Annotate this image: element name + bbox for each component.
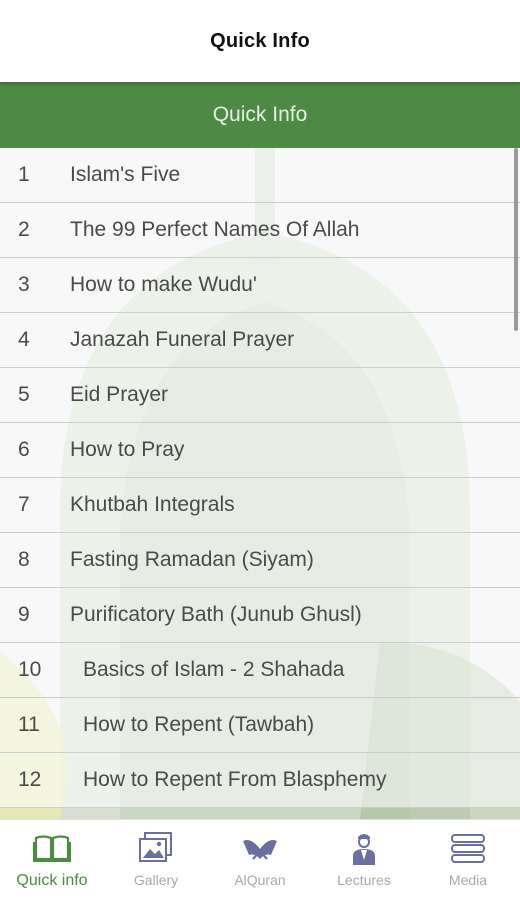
- item-number: 7: [18, 493, 30, 516]
- nav-media[interactable]: Media: [416, 820, 520, 901]
- item-label: Basics of Islam - 2 Shahada: [83, 658, 345, 681]
- list-item[interactable]: 4 Janazah Funeral Prayer: [0, 313, 520, 368]
- nav-alquran[interactable]: AlQuran: [208, 820, 312, 901]
- lecturer-icon: [344, 830, 384, 866]
- list-scrollbar[interactable]: [514, 148, 518, 331]
- item-label: Fasting Ramadan (Siyam): [70, 548, 314, 571]
- item-label: Khutbah Integrals: [70, 493, 235, 516]
- item-number: 3: [18, 273, 30, 296]
- list-item[interactable]: 8 Fasting Ramadan (Siyam): [0, 533, 520, 588]
- gallery-icon: [136, 830, 176, 866]
- nav-label: Media: [448, 872, 488, 888]
- item-label: How to Repent From Blasphemy: [83, 768, 387, 791]
- quran-icon: [240, 830, 280, 866]
- content-area: Quick Info 1 Islam's Five 2 The 99 Perfe…: [0, 82, 520, 819]
- section-header: Quick Info: [0, 82, 520, 148]
- item-label: How to Repent (Tawbah): [83, 713, 315, 736]
- list-item[interactable]: 9 Purificatory Bath (Junub Ghusl): [0, 588, 520, 643]
- item-number: 9: [18, 603, 30, 626]
- list-item[interactable]: 11 How to Repent (Tawbah): [0, 698, 520, 753]
- list-item[interactable]: 10 Basics of Islam - 2 Shahada: [0, 643, 520, 698]
- app-bar: Quick Info: [0, 0, 520, 82]
- book-icon: [32, 830, 72, 866]
- item-number: 8: [18, 548, 30, 571]
- item-number: 4: [18, 328, 30, 351]
- nav-label: Quick info: [16, 872, 88, 889]
- item-label: Janazah Funeral Prayer: [70, 328, 295, 351]
- item-number: 1: [18, 163, 30, 186]
- list-item[interactable]: 6 How to Pray: [0, 423, 520, 478]
- item-number: 5: [18, 383, 30, 406]
- item-number: 2: [18, 218, 30, 241]
- item-number: 11: [18, 713, 40, 736]
- item-label: How to make Wudu': [70, 273, 257, 296]
- quick-info-list: 1 Islam's Five 2 The 99 Perfect Names Of…: [0, 148, 520, 808]
- list-item[interactable]: 5 Eid Prayer: [0, 368, 520, 423]
- nav-label: AlQuran: [234, 872, 286, 888]
- item-label: Islam's Five: [70, 163, 181, 186]
- nav-quick-info[interactable]: Quick info: [0, 820, 104, 901]
- item-number: 12: [18, 768, 42, 791]
- media-stack-icon: [448, 830, 488, 866]
- nav-gallery[interactable]: Gallery: [104, 820, 208, 901]
- item-label: The 99 Perfect Names Of Allah: [70, 218, 360, 241]
- bottom-navigation: Quick info Gallery AlQuran Lectures Medi…: [0, 819, 520, 901]
- page-title: Quick Info: [210, 29, 310, 52]
- list-item[interactable]: 3 How to make Wudu': [0, 258, 520, 313]
- list-item[interactable]: 7 Khutbah Integrals: [0, 478, 520, 533]
- item-number: 10: [18, 658, 42, 681]
- list-item[interactable]: 1 Islam's Five: [0, 148, 520, 203]
- item-label: Purificatory Bath (Junub Ghusl): [70, 603, 362, 626]
- nav-lectures[interactable]: Lectures: [312, 820, 416, 901]
- list-item[interactable]: 12 How to Repent From Blasphemy: [0, 753, 520, 808]
- list-item[interactable]: 2 The 99 Perfect Names Of Allah: [0, 203, 520, 258]
- item-number: 6: [18, 438, 30, 461]
- nav-label: Lectures: [337, 872, 391, 888]
- item-label: How to Pray: [70, 438, 185, 461]
- item-label: Eid Prayer: [70, 383, 169, 406]
- nav-label: Gallery: [133, 872, 179, 888]
